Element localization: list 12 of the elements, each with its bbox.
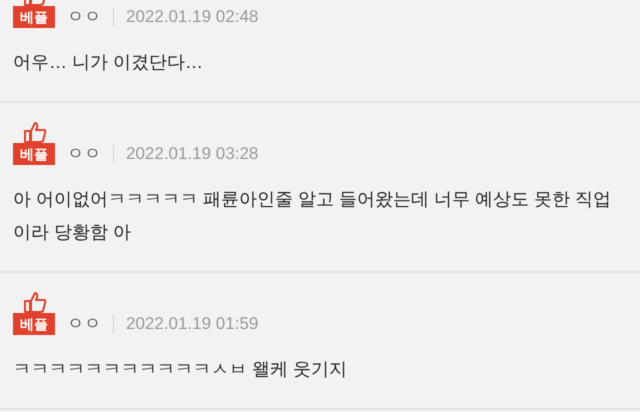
best-badge: 베플 <box>13 313 55 335</box>
comment-text: 어우… 니가 이겼단다… <box>13 51 204 74</box>
author-name: ㅇㅇ <box>67 313 101 336</box>
comment-date: 2022.01.19 03:28 <box>126 143 258 166</box>
author-name: ㅇㅇ <box>67 6 101 28</box>
comment-date: 2022.01.19 01:59 <box>126 313 258 336</box>
best-badge: 베플 <box>13 6 55 28</box>
comment-text: 아 어이없어ㅋㅋㅋㅋㅋ 패륜아인줄 알고 들어왔는데 너무 예상도 못한 직업이라 당황함 아 <box>13 188 612 244</box>
author-name: ㅇㅇ <box>67 143 101 166</box>
comment-date: 2022.01.19 02:48 <box>126 6 258 28</box>
best-badge: 베플 <box>13 143 55 165</box>
comment-text: ㅋㅋㅋㅋㅋㅋㅋㅋㅋㅋㅋㅅㅂ 왤케 웃기지 <box>13 358 348 381</box>
